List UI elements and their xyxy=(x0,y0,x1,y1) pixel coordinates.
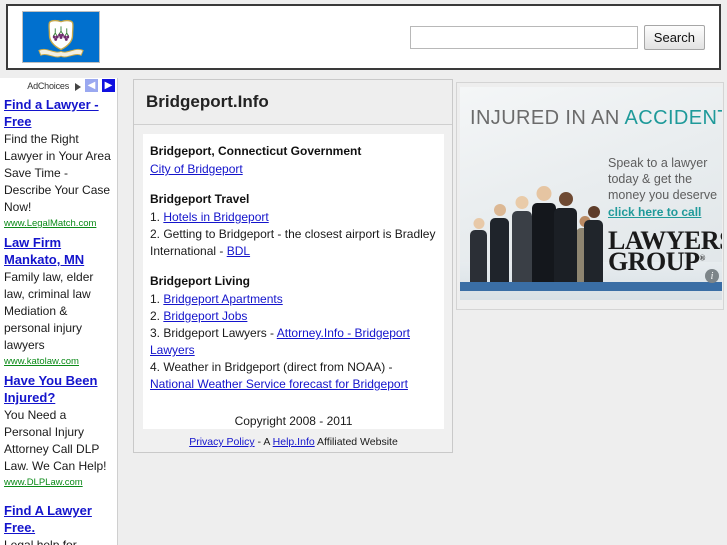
list-item: 1. Bridgeport Apartments xyxy=(150,291,437,308)
content-body: Bridgeport, Connecticut Government City … xyxy=(143,134,444,448)
item-link[interactable]: National Weather Service forecast for Br… xyxy=(150,377,408,391)
banner-ad[interactable]: INJURED IN AN ACCIDENT? Speak to a lawye… xyxy=(456,82,724,310)
banner-call-to-action-link[interactable]: click here to call xyxy=(608,205,701,219)
sidebar-ad-title[interactable]: Find a Lawyer - Free xyxy=(4,96,114,130)
page-title: Bridgeport.Info xyxy=(134,80,452,125)
item-prefix: 3. Bridgeport Lawyers - xyxy=(150,326,277,340)
registered-mark-icon: ® xyxy=(699,253,705,263)
connecticut-state-flag-icon xyxy=(22,11,100,63)
adchoices-triangle-icon[interactable] xyxy=(75,82,81,91)
sidebar-ad-body: Find the Right Lawyer in Your Area Save … xyxy=(4,132,111,214)
sidebar-ad-title[interactable]: Law Firm Mankato, MN xyxy=(4,234,114,268)
list-item: City of Bridgeport xyxy=(150,161,437,178)
banner-blue-bar xyxy=(460,282,722,291)
banner-ad-creative[interactable]: INJURED IN AN ACCIDENT? Speak to a lawye… xyxy=(460,87,722,300)
list-item: 3. Bridgeport Lawyers - Attorney.Info - … xyxy=(150,325,437,359)
sidebar-ad-url[interactable]: www.katolaw.com xyxy=(4,355,114,369)
logo-line-2: GROUP® xyxy=(608,249,722,275)
search-input[interactable] xyxy=(409,25,638,49)
sidebar-ad-url[interactable]: www.DLPLaw.com xyxy=(4,476,114,490)
banner-copy-text: Speak to a lawyer today & get the money … xyxy=(608,156,718,202)
sidebar-ad-title[interactable]: Find A Lawyer Free. xyxy=(4,502,114,536)
sidebar-ad-body: Family law, elder law, criminal law Medi… xyxy=(4,270,94,352)
list-item: 2. Getting to Bridgeport - the closest a… xyxy=(150,226,437,260)
banner-people-photo xyxy=(464,172,606,290)
ad-spacer xyxy=(0,490,117,499)
sidebar-ad-body: You Need a Personal Injury Attorney Call… xyxy=(4,408,107,473)
item-prefix: 1. xyxy=(150,210,164,224)
item-link[interactable]: Hotels in Bridgeport xyxy=(163,210,268,224)
item-prefix: 2. xyxy=(150,309,164,323)
ad-prev-arrow-icon[interactable]: ◀ xyxy=(85,79,98,92)
sidebar-ad-2: Law Firm Mankato, MN Family law, elder l… xyxy=(0,234,117,369)
list-item: 4. Weather in Bridgeport (direct from NO… xyxy=(150,359,437,393)
sidebar-ad-1: Find a Lawyer - Free Find the Right Lawy… xyxy=(0,96,117,231)
section-heading: Bridgeport Travel xyxy=(150,192,250,206)
copyright-text: Copyright 2008 - 2011 xyxy=(234,414,353,428)
ad-info-icon[interactable]: i xyxy=(705,269,719,283)
sidebar-ad-title[interactable]: Have You Been Injured? xyxy=(4,372,114,406)
item-prefix: 1. xyxy=(150,292,164,306)
main-content-panel: Bridgeport.Info Bridgeport, Connecticut … xyxy=(133,79,453,453)
list-item: 1. Hotels in Bridgeport xyxy=(150,209,437,226)
item-prefix: 4. Weather in Bridgeport (direct from NO… xyxy=(150,360,393,374)
list-item: 2. Bridgeport Jobs xyxy=(150,308,437,325)
help-info-link[interactable]: Help.Info xyxy=(273,436,315,448)
logo-line-2-text: GROUP xyxy=(608,247,700,277)
sidebar-ad-3: Have You Been Injured? You Need a Person… xyxy=(0,372,117,490)
sidebar-ad-body: Legal help for xyxy=(4,538,77,545)
item-link[interactable]: Bridgeport Apartments xyxy=(163,292,282,306)
section-heading: Bridgeport Living xyxy=(150,274,250,288)
lawyers-group-logo: LAWYERS GROUP® xyxy=(608,227,722,275)
search-button[interactable]: Search xyxy=(643,24,705,50)
banner-headline-plain: INJURED IN AN xyxy=(470,107,625,129)
sidebar-ad-url[interactable]: www.LegalMatch.com xyxy=(4,217,114,231)
item-link[interactable]: BDL xyxy=(227,244,250,258)
footer-tail-text: Affiliated Website xyxy=(314,436,398,448)
banner-headline-accent: ACCIDENT? xyxy=(624,107,722,129)
footer-mid-text: - A xyxy=(254,436,273,448)
item-link[interactable]: City of Bridgeport xyxy=(150,162,243,176)
adchoices-bar: AdChoices ◀ ▶ xyxy=(0,78,117,93)
search-area: Search xyxy=(409,24,705,50)
footer-line: Privacy Policy - A Help.Info Affiliated … xyxy=(150,435,437,449)
privacy-policy-link[interactable]: Privacy Policy xyxy=(189,436,254,448)
item-link[interactable]: Bridgeport Jobs xyxy=(163,309,247,323)
sidebar-ad-4: Find A Lawyer Free. Legal help for xyxy=(0,502,117,545)
ad-next-arrow-icon[interactable]: ▶ xyxy=(102,79,115,92)
site-header: Search xyxy=(6,4,721,70)
banner-headline: INJURED IN AN ACCIDENT? xyxy=(470,107,722,130)
item-prefix: 2. Getting to Bridgeport - the closest a… xyxy=(150,227,436,258)
sidebar-ads: AdChoices ◀ ▶ Find a Lawyer - Free Find … xyxy=(0,78,118,545)
adchoices-label[interactable]: AdChoices xyxy=(27,81,69,91)
section-heading: Bridgeport, Connecticut Government xyxy=(150,144,362,158)
